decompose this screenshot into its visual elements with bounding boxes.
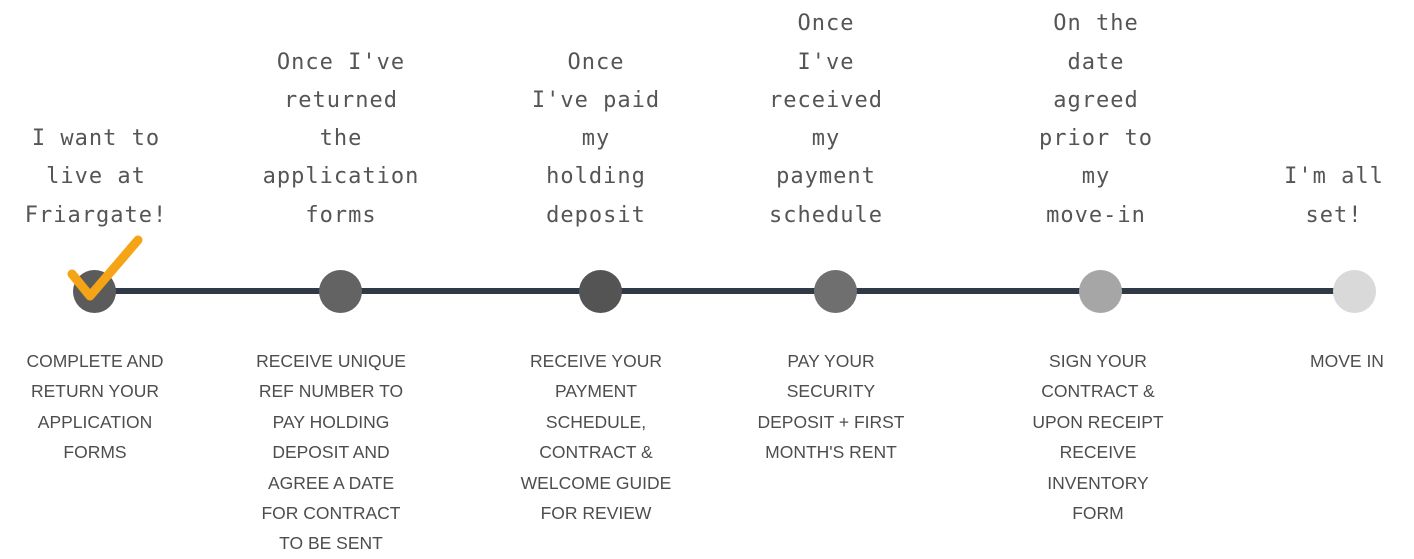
- step-3-bottom-label: RECEIVE YOUR PAYMENT SCHEDULE, CONTRACT …: [520, 351, 672, 524]
- step-3-top-label: Once I've paid my holding deposit: [531, 49, 661, 228]
- timeline-line: [98, 288, 1354, 294]
- step-1-top-label: I want to live at Friargate!: [24, 126, 168, 228]
- step-5-node: [1079, 270, 1122, 313]
- step-2-bottom-label: RECEIVE UNIQUE REF NUMBER TO PAY HOLDING…: [256, 351, 406, 554]
- step-1-bottom-label: COMPLETE AND RETURN YOUR APPLICATION FOR…: [26, 351, 164, 463]
- step-2-node: [319, 270, 362, 313]
- step-4-node: [814, 270, 857, 313]
- timeline-diagram: I want to live at Friargate! COMPLETE AN…: [0, 0, 1414, 553]
- step-6-top-label: I'm all set!: [1284, 164, 1384, 228]
- step-4-bottom-label: PAY YOUR SECURITY DEPOSIT + FIRST MONTH'…: [757, 351, 905, 463]
- step-3-node: [579, 270, 622, 313]
- step-2-top-label: Once I've returned the application forms: [262, 49, 420, 228]
- step-6-bottom-label: MOVE IN: [1310, 351, 1384, 371]
- step-5-top-label: On the date agreed prior to my move-in: [1039, 11, 1153, 228]
- step-4-top-label: Once I've received my payment schedule: [769, 11, 883, 228]
- step-6-node: [1333, 270, 1376, 313]
- step-5-bottom-label: SIGN YOUR CONTRACT & UPON RECEIPT RECEIV…: [1032, 351, 1164, 524]
- checkmark-icon: [67, 235, 143, 301]
